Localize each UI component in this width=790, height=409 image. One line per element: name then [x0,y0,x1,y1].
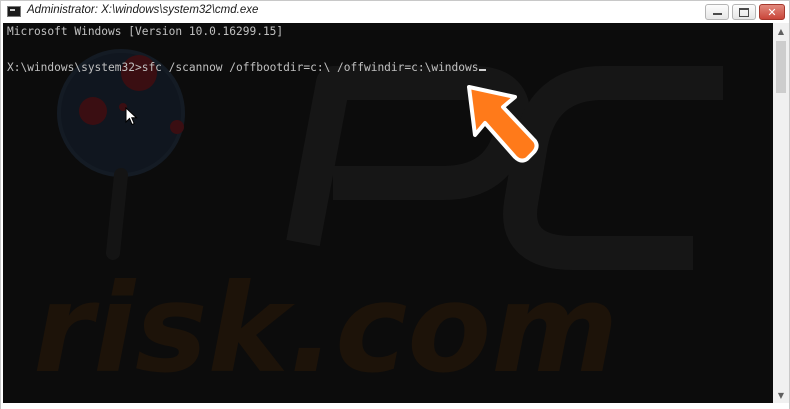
scroll-down-button[interactable]: ▼ [773,387,789,403]
close-button[interactable]: ✕ [759,4,785,20]
cmd-icon [7,6,21,17]
text-cursor [479,69,487,71]
close-icon: ✕ [767,5,777,19]
maximize-button[interactable] [732,4,756,20]
scrollbar-thumb[interactable] [776,41,786,93]
command-text: X:\windows\system32>sfc /scannow /offboo… [7,61,479,74]
cmd-window: Administrator: X:\windows\system32\cmd.e… [0,0,790,409]
minimize-icon [712,13,722,15]
console-area[interactable]: risk.com Microsoft Windows [Version 10.0… [3,23,773,403]
scroll-up-button[interactable]: ▲ [773,23,789,39]
mouse-pointer-icon [125,107,138,126]
window-title: Administrator: X:\windows\system32\cmd.e… [27,4,259,16]
scroll-up-icon: ▲ [777,26,785,36]
vertical-scrollbar[interactable]: ▲ ▼ [773,23,789,403]
watermark-logo: risk.com [33,49,723,400]
console-line-command: X:\windows\system32>sfc /scannow /offboo… [7,61,487,75]
orange-arrow-icon [467,85,539,163]
window-bottom-border [1,403,789,409]
console-line-version: Microsoft Windows [Version 10.0.16299.15… [7,25,284,38]
minimize-button[interactable] [705,4,729,20]
title-bar[interactable]: Administrator: X:\windows\system32\cmd.e… [1,1,789,23]
watermark-text: risk.com [33,258,618,400]
scroll-down-icon: ▼ [777,390,785,400]
maximize-icon [739,7,749,17]
